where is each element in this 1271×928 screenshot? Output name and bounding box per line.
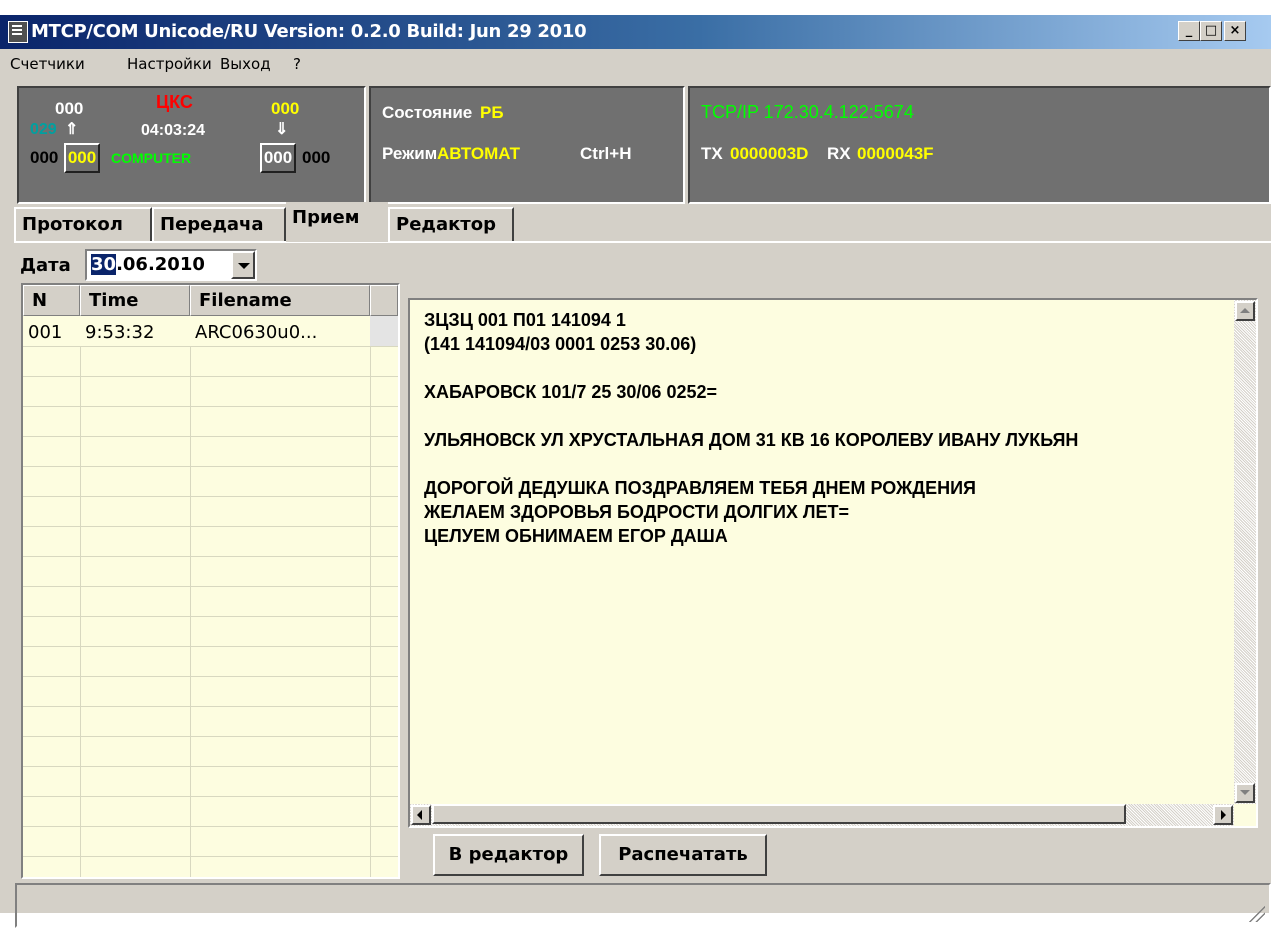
mode-value: АВТОМАТ [437,144,521,163]
state-label: Состояние [382,103,473,122]
print-button[interactable]: Распечатать [599,834,767,876]
cell-filename: ARC0630u0... [195,322,318,343]
scroll-up-icon[interactable] [1235,301,1255,321]
counters-panel: 000 ЦКС 000 029 ⇑ 04:03:24 ⇓ 000 000 COM… [17,86,366,204]
date-dropdown-button[interactable] [231,251,255,279]
tab-editor[interactable]: Редактор [388,207,514,241]
table-body: 001 9:53:32 ARC0630u0... [23,316,398,877]
maximize-icon: □ [1204,23,1218,38]
table-row[interactable]: 001 9:53:32 ARC0630u0... [23,316,398,346]
cks-label: ЦКС [156,92,193,112]
column-time[interactable]: Time [80,285,190,316]
app-icon [8,21,28,43]
scroll-right-icon[interactable] [1213,805,1233,825]
window-title: MTCP/COM Unicode/RU Version: 0.2.0 Build… [31,21,587,42]
scroll-left-icon[interactable] [411,805,431,825]
minimize-button[interactable]: _ [1178,21,1200,41]
computer-label: COMPUTER [111,150,192,166]
date-day-selected: 30 [91,254,117,275]
row-extra-cell [370,316,398,346]
resize-grip-icon[interactable] [1249,906,1265,922]
rx-label: RX [827,144,851,163]
menu-exit[interactable]: Выход [220,55,271,73]
title-bar[interactable]: MTCP/COM Unicode/RU Version: 0.2.0 Build… [0,15,1271,49]
date-value: 30.06.2010 [91,254,205,275]
right-counter-box-value: 000 [263,148,293,167]
right-counter-box: 000 [260,143,296,173]
rx-value: 0000043F [857,144,934,163]
column-filename[interactable]: Filename [190,285,370,316]
message-viewer[interactable]: ЗЦЗЦ 001 П01 141094 1 (141 141094/03 000… [408,298,1258,828]
status-bar [15,883,1271,928]
tx-value: 0000003D [730,144,809,163]
menu-counters[interactable]: Счетчики [10,55,85,73]
scroll-down-icon[interactable] [1235,783,1255,803]
left-counter-box: 000 [64,143,100,173]
state-value: РБ [480,103,504,122]
app-window: MTCP/COM Unicode/RU Version: 0.2.0 Build… [0,15,1271,928]
tx-label: TX [701,144,723,163]
files-table[interactable]: N Time Filename 001 9:53:32 ARC0630u0... [21,283,400,879]
maximize-button[interactable]: □ [1200,21,1222,41]
column-n[interactable]: N [23,285,80,316]
connection-panel: TCP/IP 172.30.4.122:5674 TX 0000003D RX … [688,86,1271,204]
message-text: ЗЦЗЦ 001 П01 141094 1 (141 141094/03 000… [424,310,1079,546]
horizontal-scroll-thumb[interactable] [432,804,1126,824]
tab-strip: Протокол Передача Прием Редактор [14,202,1271,242]
table-header: N Time Filename [23,285,398,316]
up-arrow-icon: ⇑ [65,121,79,138]
menu-bar: Счетчики Настройки Выход ? [0,49,1271,81]
cell-time: 9:53:32 [85,322,155,343]
horizontal-scrollbar[interactable] [410,804,1234,826]
menu-help[interactable]: ? [293,55,301,73]
down-arrow-icon: ⇓ [275,121,289,138]
vertical-scrollbar[interactable] [1234,300,1256,804]
left-counter: 029 [30,121,57,138]
column-extra[interactable] [370,285,398,316]
status-header: 000 ЦКС 000 029 ⇑ 04:03:24 ⇓ 000 000 COM… [17,86,1271,204]
state-panel: Состояние РБ Режим АВТОМАТ Ctrl+H [369,86,685,204]
tab-protocol[interactable]: Протокол [14,207,152,241]
tab-transmit[interactable]: Передача [152,207,286,241]
to-editor-button[interactable]: В редактор [433,834,584,876]
table-gridlines [23,316,398,877]
close-button[interactable]: × [1224,21,1246,41]
mode-label: Режим [382,144,438,163]
left-counter-box-value: 000 [67,148,97,167]
date-rest: .06.2010 [116,254,205,275]
top-left-counter: 000 [55,99,84,118]
connection-address: TCP/IP 172.30.4.122:5674 [701,102,914,122]
outer-right-counter: 000 [302,148,331,167]
clock-time: 04:03:24 [141,122,206,139]
tab-receive[interactable]: Прием [286,202,388,242]
date-picker[interactable]: 30.06.2010 [85,249,257,281]
menu-settings[interactable]: Настройки [127,55,212,73]
minimize-icon: _ [1185,23,1193,38]
top-right-counter: 000 [271,99,300,118]
date-label: Дата [20,255,71,276]
shortcut-label: Ctrl+H [580,144,632,163]
cell-n: 001 [28,322,63,343]
close-icon: × [1229,23,1241,38]
outer-left-counter: 000 [30,148,59,167]
